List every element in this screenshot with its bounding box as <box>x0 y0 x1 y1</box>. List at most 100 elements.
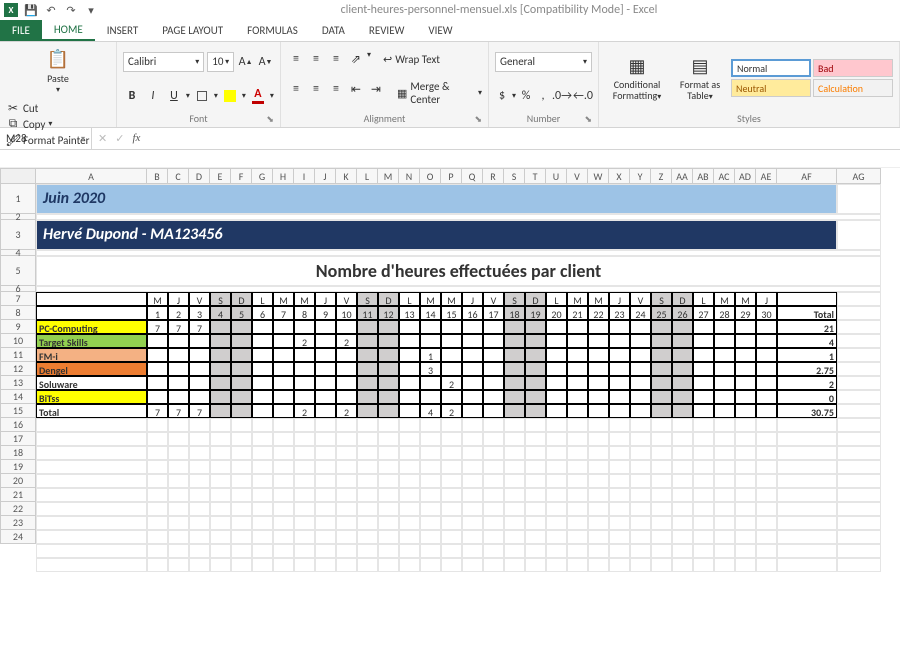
column-header[interactable]: I <box>294 168 315 184</box>
cell[interactable] <box>756 404 777 418</box>
cell[interactable] <box>756 474 777 488</box>
cell[interactable] <box>735 446 756 460</box>
cell[interactable] <box>777 446 837 460</box>
cell[interactable] <box>567 390 588 404</box>
cell[interactable] <box>630 348 651 362</box>
cell[interactable] <box>588 376 609 390</box>
cell[interactable] <box>336 474 357 488</box>
cell[interactable]: 2 <box>441 376 462 390</box>
cell[interactable]: 24 <box>630 306 651 320</box>
decrease-decimal-icon[interactable]: ←.0 <box>574 87 592 105</box>
cell[interactable] <box>378 334 399 348</box>
cell[interactable] <box>36 544 147 558</box>
tab-insert[interactable]: INSERT <box>95 20 151 41</box>
cell[interactable] <box>231 362 252 376</box>
tab-file[interactable]: FILE <box>0 20 42 41</box>
cell[interactable] <box>693 390 714 404</box>
cell[interactable] <box>567 320 588 334</box>
cell[interactable]: 2.75 <box>777 362 837 376</box>
cell[interactable] <box>693 446 714 460</box>
cell[interactable] <box>504 320 525 334</box>
cell[interactable] <box>441 558 462 572</box>
cell[interactable] <box>546 516 567 530</box>
cell[interactable] <box>504 432 525 446</box>
cell[interactable] <box>756 432 777 446</box>
cell[interactable]: 2 <box>441 404 462 418</box>
cell[interactable] <box>273 460 294 474</box>
number-expander-icon[interactable]: ⬊ <box>584 114 592 125</box>
cell[interactable] <box>588 432 609 446</box>
cell[interactable] <box>147 558 168 572</box>
column-header[interactable]: E <box>210 168 231 184</box>
cell[interactable] <box>837 516 881 530</box>
cell[interactable] <box>294 320 315 334</box>
style-normal[interactable]: Normal <box>731 59 811 77</box>
cell[interactable] <box>168 474 189 488</box>
italic-button[interactable]: I <box>144 87 162 105</box>
cell[interactable] <box>441 530 462 544</box>
cell[interactable] <box>441 432 462 446</box>
cell[interactable] <box>147 418 168 432</box>
cell[interactable] <box>714 460 735 474</box>
cell[interactable] <box>147 488 168 502</box>
cell[interactable] <box>672 530 693 544</box>
cell[interactable]: 12 <box>378 306 399 320</box>
cell[interactable] <box>378 446 399 460</box>
cell[interactable] <box>315 488 336 502</box>
cell[interactable] <box>273 334 294 348</box>
cell[interactable]: 7 <box>273 306 294 320</box>
cell[interactable] <box>630 362 651 376</box>
cell[interactable] <box>210 474 231 488</box>
cell[interactable] <box>837 502 881 516</box>
cell[interactable] <box>525 404 546 418</box>
row-header[interactable]: 9 <box>0 320 36 334</box>
column-header[interactable]: Q <box>462 168 483 184</box>
row-header[interactable]: 7 <box>0 292 36 306</box>
cell[interactable] <box>651 474 672 488</box>
cell[interactable] <box>525 516 546 530</box>
cell[interactable] <box>252 488 273 502</box>
cell[interactable] <box>231 376 252 390</box>
cell[interactable] <box>546 460 567 474</box>
cell[interactable]: 22 <box>588 306 609 320</box>
cell[interactable] <box>252 390 273 404</box>
number-format-select[interactable]: General▾ <box>495 52 592 72</box>
qat-dropdown-icon[interactable]: ▾ <box>84 3 98 17</box>
cell[interactable] <box>315 320 336 334</box>
cell[interactable] <box>378 376 399 390</box>
cell[interactable] <box>273 446 294 460</box>
cell[interactable] <box>837 320 881 334</box>
cell[interactable]: D <box>231 292 252 306</box>
cell[interactable] <box>378 558 399 572</box>
cell[interactable] <box>168 334 189 348</box>
cell[interactable] <box>483 446 504 460</box>
cell[interactable] <box>378 390 399 404</box>
cell[interactable] <box>336 320 357 334</box>
column-header[interactable]: X <box>609 168 630 184</box>
cell[interactable]: J <box>609 292 630 306</box>
cell[interactable] <box>378 502 399 516</box>
cell[interactable] <box>756 488 777 502</box>
cell[interactable] <box>567 488 588 502</box>
cell[interactable] <box>420 488 441 502</box>
cell[interactable] <box>735 348 756 362</box>
cell[interactable] <box>294 390 315 404</box>
cell[interactable] <box>231 390 252 404</box>
column-header[interactable]: AC <box>714 168 735 184</box>
increase-decimal-icon[interactable]: .0→ <box>553 87 571 105</box>
cell[interactable] <box>462 460 483 474</box>
cell[interactable] <box>693 404 714 418</box>
cell[interactable] <box>399 544 420 558</box>
cell[interactable] <box>567 460 588 474</box>
cell[interactable] <box>588 544 609 558</box>
column-header[interactable]: V <box>567 168 588 184</box>
cell[interactable] <box>168 544 189 558</box>
cell[interactable] <box>420 558 441 572</box>
tab-formulas[interactable]: FORMULAS <box>235 20 310 41</box>
cell[interactable] <box>168 348 189 362</box>
cell[interactable] <box>231 516 252 530</box>
cell[interactable]: PC-Computing <box>36 320 147 334</box>
cell[interactable] <box>588 502 609 516</box>
cell[interactable] <box>483 418 504 432</box>
cell[interactable] <box>273 544 294 558</box>
